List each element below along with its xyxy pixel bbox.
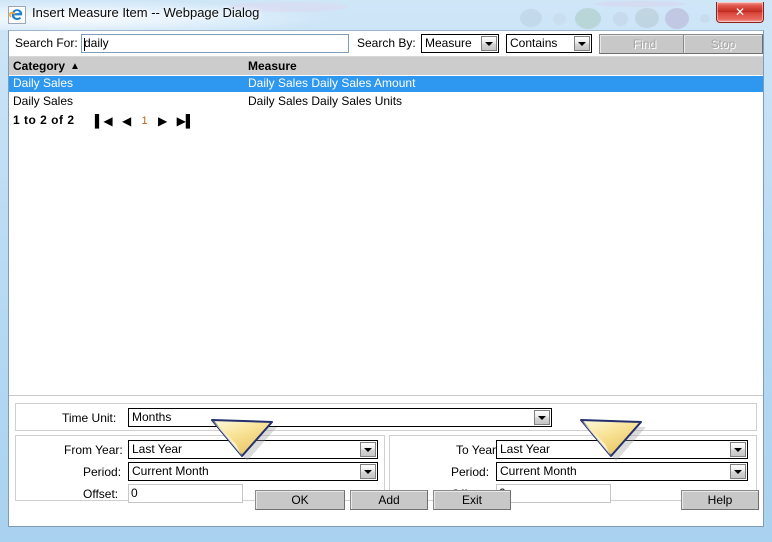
pagination-range-text: 1 to 2 of 2 — [13, 113, 75, 127]
chevron-down-icon[interactable] — [481, 36, 497, 51]
from-year-value: Last Year — [132, 442, 182, 456]
stop-button[interactable]: Stop — [683, 34, 763, 54]
chevron-down-icon[interactable] — [574, 36, 590, 51]
search-for-label: Search For: — [15, 36, 78, 50]
chevron-down-icon[interactable] — [360, 464, 376, 479]
from-period-select[interactable]: Current Month — [128, 462, 378, 481]
to-year-select[interactable]: Last Year — [496, 440, 748, 459]
to-year-value: Last Year — [500, 442, 550, 456]
chevron-down-icon[interactable] — [360, 442, 376, 457]
pagination-bar: 1 to 2 of 2 ▌◀ ◀ 1 ▶ ▶▌ — [13, 113, 197, 131]
add-button[interactable]: Add — [350, 490, 428, 510]
sort-ascending-icon: ▲ — [70, 61, 80, 72]
close-button[interactable]: ✕ — [716, 2, 764, 23]
table-row[interactable]: Daily Sales Daily Sales Daily Sales Amou… — [9, 76, 763, 92]
previous-page-icon[interactable]: ◀ — [122, 114, 131, 128]
to-period-select[interactable]: Current Month — [496, 462, 748, 481]
time-unit-select[interactable]: Months — [128, 408, 552, 427]
pagination-controls: ▌◀ ◀ 1 ▶ ▶▌ — [92, 113, 197, 127]
window-title: Insert Measure Item -- Webpage Dialog — [32, 5, 259, 20]
cell-category: Daily Sales — [13, 94, 73, 108]
from-year-label: From Year: — [64, 443, 123, 457]
next-page-icon[interactable]: ▶ — [158, 114, 167, 128]
cell-measure: Daily Sales Daily Sales Units — [248, 94, 402, 108]
column-header-measure[interactable]: Measure — [248, 59, 297, 73]
ok-button[interactable]: OK — [255, 490, 345, 510]
search-by-value: Measure — [425, 36, 472, 50]
search-toolbar: Search For: daily Search By: Measure Con… — [9, 31, 763, 57]
window-frame: Insert Measure Item -- Webpage Dialog ✕ … — [0, 0, 772, 542]
grid-header-row: Category ▲ Measure — [9, 57, 763, 75]
last-page-icon[interactable]: ▶▌ — [177, 114, 195, 128]
title-bar: Insert Measure Item -- Webpage Dialog ✕ — [0, 0, 772, 30]
chevron-down-icon[interactable] — [730, 464, 746, 479]
chevron-down-icon[interactable] — [534, 410, 550, 425]
search-for-input[interactable]: daily — [81, 34, 349, 53]
internet-explorer-icon — [8, 6, 26, 24]
dialog-button-bar: OK Add Exit Help — [9, 484, 763, 526]
search-by-label: Search By: — [357, 36, 416, 50]
find-button[interactable]: Find — [599, 34, 690, 54]
current-page-number[interactable]: 1 — [142, 115, 148, 127]
chevron-down-icon[interactable] — [730, 442, 746, 457]
measure-results-grid: Category ▲ Measure Daily Sales Daily Sale… — [9, 57, 763, 396]
to-period-label: Period: — [451, 465, 489, 479]
match-type-value: Contains — [510, 36, 557, 50]
cell-category: Daily Sales — [13, 76, 73, 90]
exit-button[interactable]: Exit — [433, 490, 511, 510]
from-period-value: Current Month — [132, 464, 209, 478]
from-year-select[interactable]: Last Year — [128, 440, 378, 459]
time-unit-label: Time Unit: — [62, 411, 116, 425]
to-year-label: To Year: — [456, 443, 499, 457]
table-row[interactable]: Daily Sales Daily Sales Daily Sales Unit… — [9, 94, 763, 110]
column-header-category[interactable]: Category ▲ — [13, 59, 80, 73]
dialog-client-area: Search For: daily Search By: Measure Con… — [8, 30, 764, 527]
first-page-icon[interactable]: ▌◀ — [95, 114, 113, 128]
to-period-value: Current Month — [500, 464, 577, 478]
time-unit-group: Time Unit: Months — [15, 403, 757, 431]
column-header-category-label: Category — [13, 59, 65, 73]
time-unit-value: Months — [132, 410, 171, 424]
match-type-select[interactable]: Contains — [506, 34, 592, 53]
search-by-select[interactable]: Measure — [421, 34, 499, 53]
cell-measure: Daily Sales Daily Sales Amount — [248, 76, 415, 90]
help-button[interactable]: Help — [681, 490, 759, 510]
from-period-label: Period: — [83, 465, 121, 479]
